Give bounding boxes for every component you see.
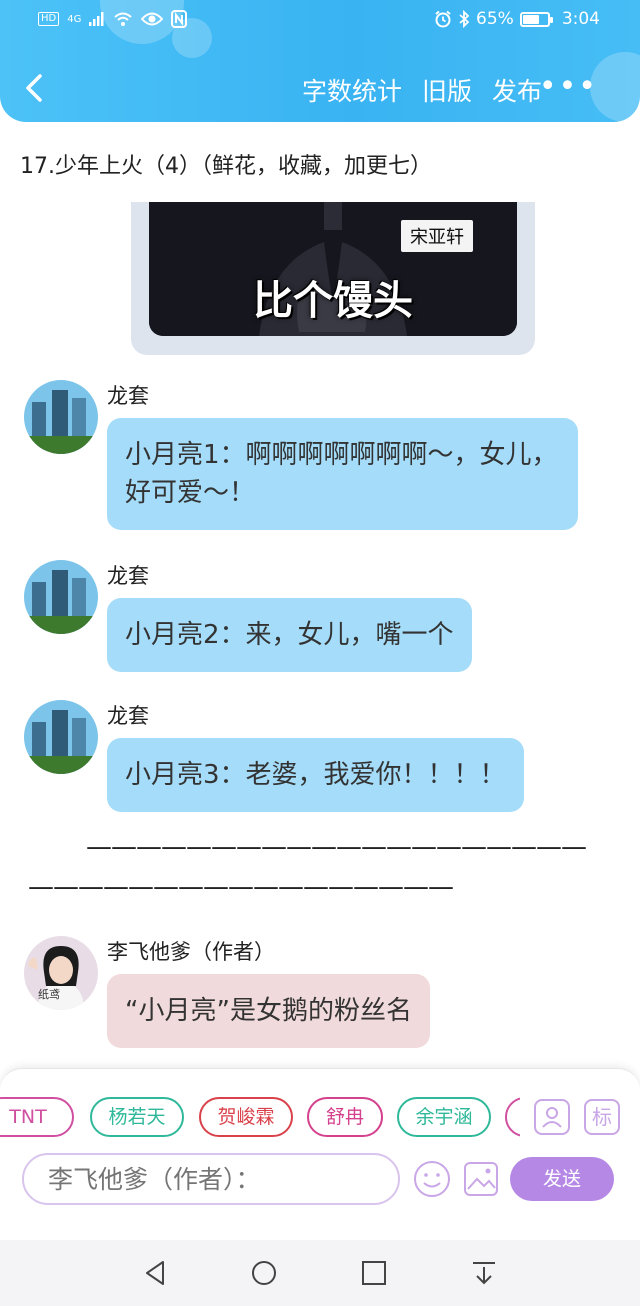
avatar[interactable] <box>24 700 98 774</box>
meme-image: 宋亚轩 比个馒头 <box>149 202 517 336</box>
avatar[interactable] <box>24 560 98 634</box>
chat-message: 龙套 小月亮2：来，女儿，嘴一个 <box>24 560 624 680</box>
person-card-glyph <box>542 1107 562 1128</box>
sender-name: 龙套 <box>107 564 149 588</box>
battery-level <box>522 14 539 24</box>
publish-button[interactable]: 发布 <box>492 72 542 108</box>
message-bubble: 小月亮1：啊啊啊啊啊啊啊～，女儿，好可爱～！ <box>107 418 578 530</box>
bluetooth-icon <box>459 10 470 28</box>
city-buildings-avatar <box>24 700 98 774</box>
home-circle-icon[interactable] <box>249 1258 279 1288</box>
alarm-icon <box>435 10 451 28</box>
chat-message: 龙套 小月亮1：啊啊啊啊啊啊啊～，女儿，好可爱～！ <box>24 380 624 540</box>
network-type-label: HD <box>38 12 60 26</box>
person-card-icon[interactable] <box>534 1099 570 1135</box>
toolbar: 字数统计 旧版 发布 ••• <box>0 60 640 120</box>
old-version-button[interactable]: 旧版 <box>422 72 472 108</box>
avatar-caption: 纸鸢 <box>38 988 60 1001</box>
role-chip[interactable]: 舒冉 <box>307 1097 383 1137</box>
author-message: 纸鸢 李飞他爹（作者） “小月亮”是女鹅的粉丝名 <box>24 936 624 1056</box>
notification-pull-icon[interactable] <box>469 1258 499 1288</box>
author-message-bubble: “小月亮”是女鹅的粉丝名 <box>107 974 430 1048</box>
more-menu-button[interactable]: ••• <box>539 72 598 102</box>
word-count-button[interactable]: 字数统计 <box>302 72 402 108</box>
role-chip[interactable]: TNT <box>0 1097 74 1137</box>
signal-icon <box>89 12 104 26</box>
nfc-icon <box>171 10 188 28</box>
message-bubble: 小月亮3：老婆，我爱你！！！！ <box>107 738 524 812</box>
chat-message: 龙套 小月亮3：老婆，我爱你！！！！ <box>24 700 624 820</box>
app-header: HD 4G 65% 3:04 字数统计 旧版 发布 ••• <box>0 0 640 122</box>
image-icon[interactable] <box>462 1159 500 1199</box>
author-portrait-avatar <box>24 936 98 1010</box>
back-arrow-icon[interactable] <box>18 68 52 108</box>
emoji-icon[interactable] <box>412 1159 452 1199</box>
clock: 3:04 <box>561 9 600 29</box>
role-chip[interactable] <box>505 1097 520 1137</box>
back-triangle-icon[interactable] <box>141 1258 171 1288</box>
divider-line: ————————————————— <box>28 872 454 902</box>
divider-line: ———————————————————— <box>86 832 587 862</box>
input-panel: TNT 杨若天 贺峻霖 舒冉 余宇涵 标 发送 <box>0 1068 640 1240</box>
message-bubble: 小月亮2：来，女儿，嘴一个 <box>107 598 472 672</box>
tag-label-button[interactable]: 标 <box>584 1099 620 1135</box>
role-chip[interactable]: 余宇涵 <box>397 1097 491 1137</box>
battery-percent: 65% <box>476 9 514 29</box>
image-message-card[interactable]: 宋亚轩 比个馒头 <box>131 202 535 355</box>
wifi-icon <box>114 12 133 26</box>
recents-square-icon[interactable] <box>359 1258 389 1288</box>
system-navigation-bar <box>0 1240 640 1306</box>
chapter-title: 17.少年上火（4）（鲜花，收藏，加更七） <box>20 154 432 179</box>
signal-label: 4G <box>67 13 82 25</box>
role-chip[interactable]: 贺峻霖 <box>199 1097 293 1137</box>
status-bar: HD 4G 65% 3:04 <box>0 0 640 40</box>
sender-name: 龙套 <box>107 704 149 728</box>
message-input[interactable] <box>22 1153 400 1205</box>
role-chip-list: TNT 杨若天 贺峻霖 舒冉 余宇涵 <box>0 1097 520 1139</box>
avatar[interactable] <box>24 380 98 454</box>
eye-icon <box>141 12 164 26</box>
sender-name: 龙套 <box>107 384 149 408</box>
role-chip[interactable]: 杨若天 <box>90 1097 184 1137</box>
meme-caption: 比个馒头 <box>253 278 413 324</box>
meme-name-tag: 宋亚轩 <box>401 220 473 252</box>
city-buildings-avatar <box>24 380 98 454</box>
author-avatar[interactable]: 纸鸢 <box>24 936 98 1010</box>
battery-icon <box>519 11 553 27</box>
send-button[interactable]: 发送 <box>510 1157 614 1201</box>
sender-name: 李飞他爹（作者） <box>107 940 275 964</box>
city-buildings-avatar <box>24 560 98 634</box>
